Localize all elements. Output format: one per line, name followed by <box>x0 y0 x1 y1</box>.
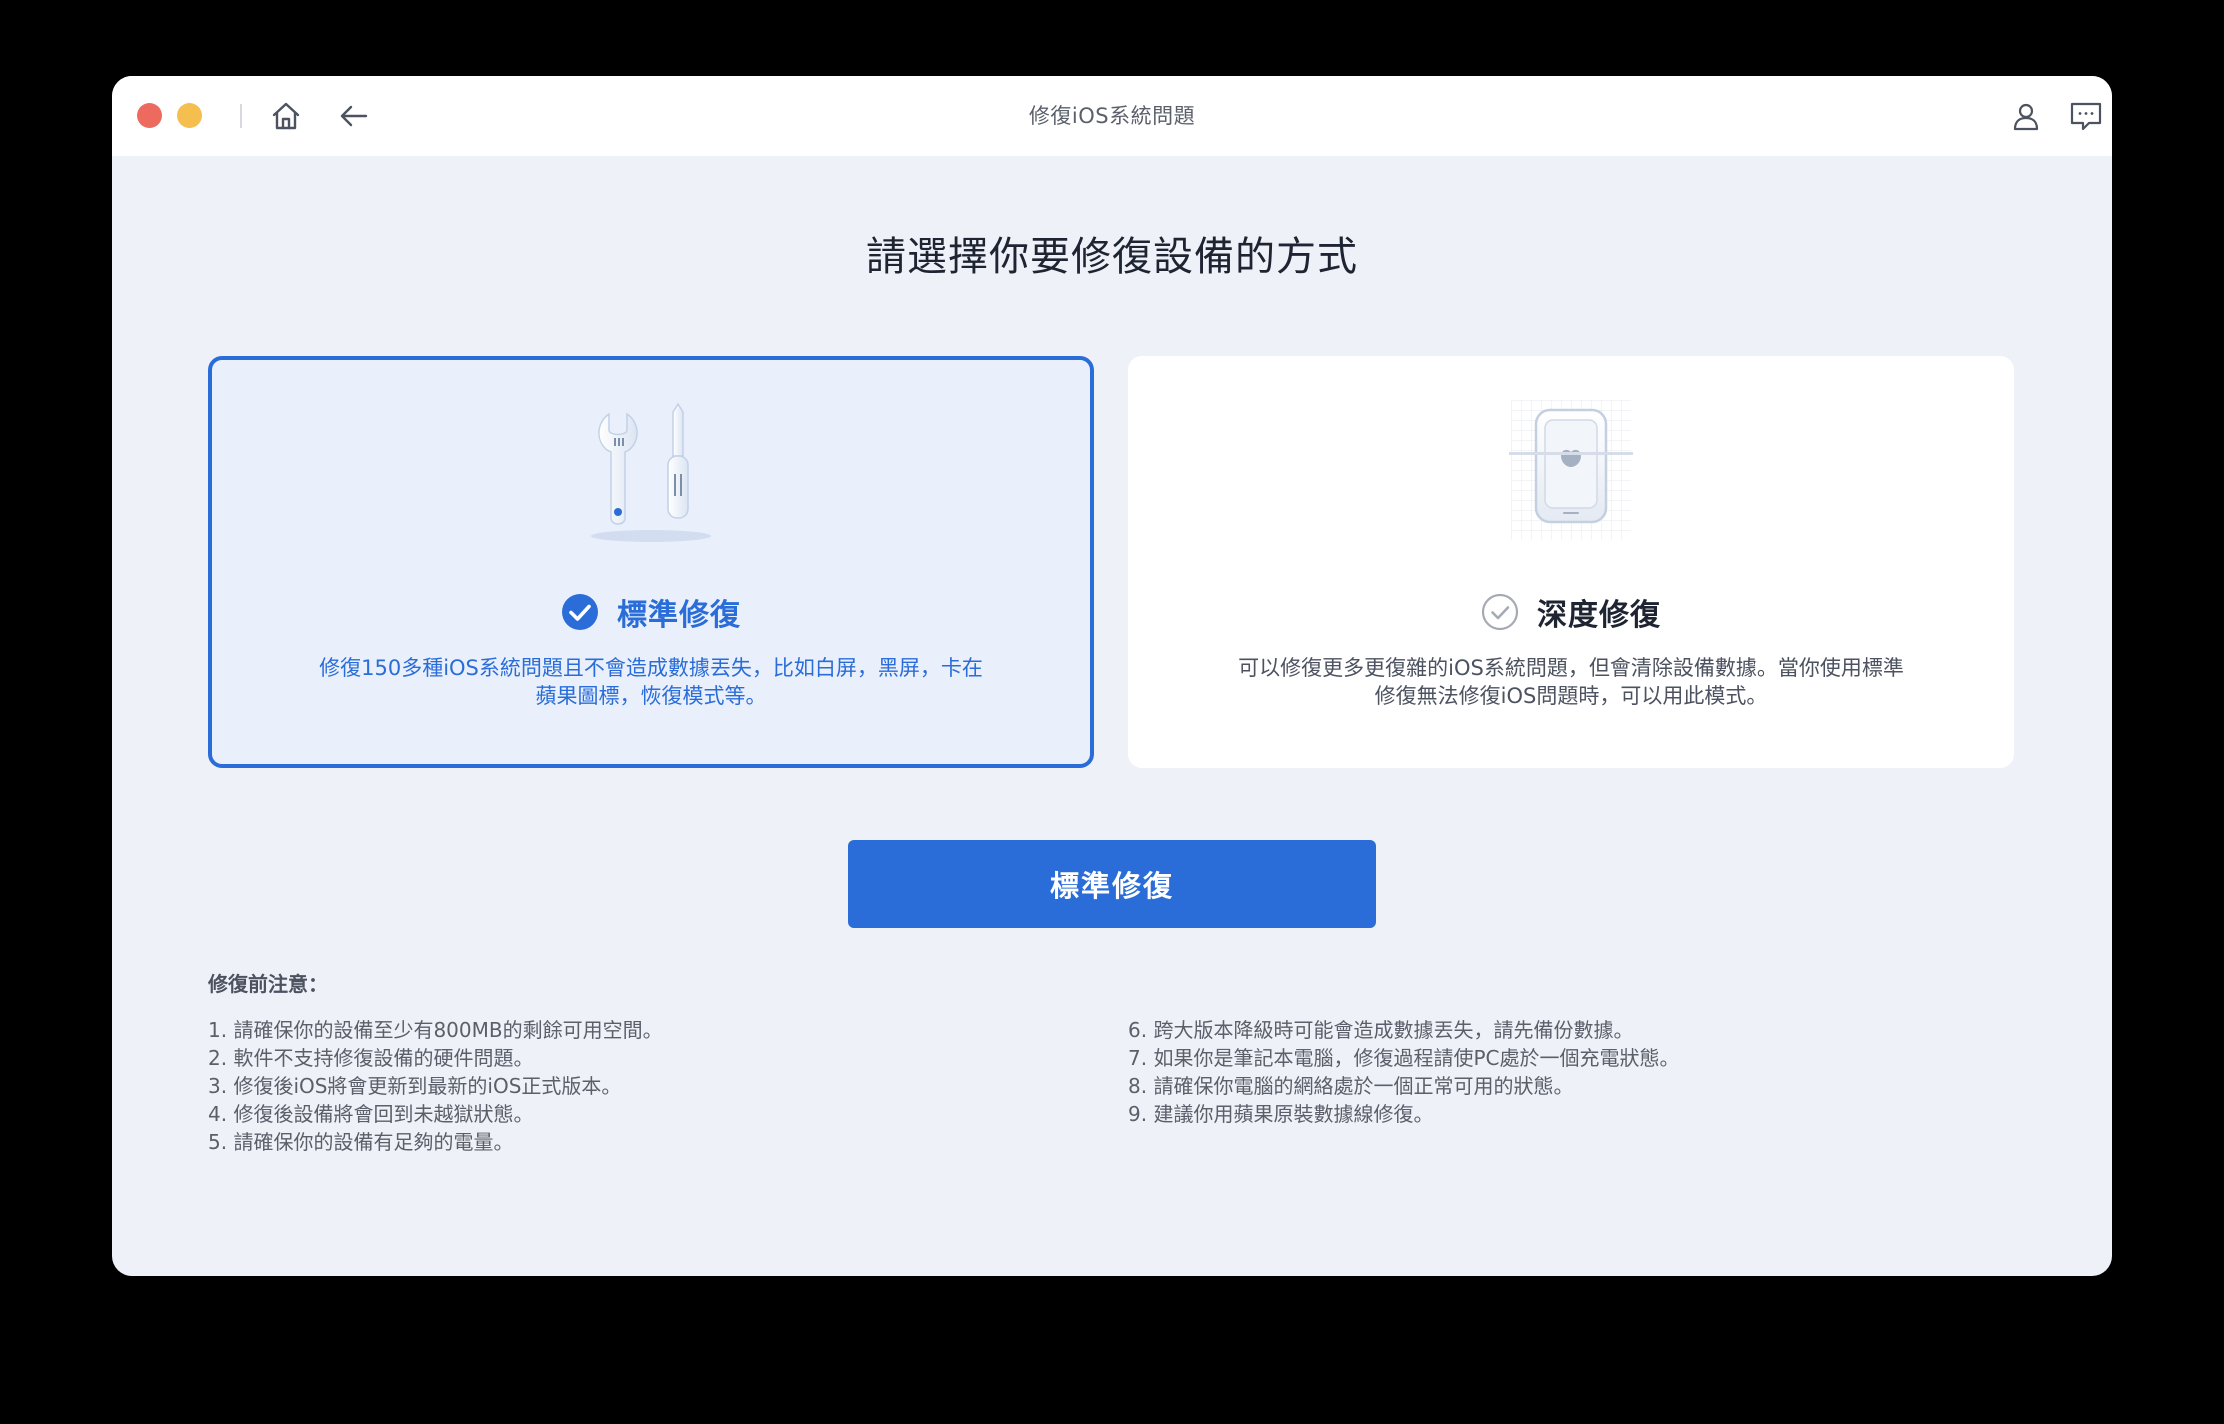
note-item: 3. 修復後iOS將會更新到最新的iOS正式版本。 <box>208 1074 622 1098</box>
notes-title: 修復前注意： <box>208 972 328 996</box>
deep-repair-description: 可以修復更多更復雜的iOS系統問題，但會清除設備數據。當你使用標準修復無法修復i… <box>1238 656 1904 708</box>
standard-repair-card[interactable]: 標準修復 修復150多種iOS系統問題且不會造成數據丟失，比如白屏，黑屏，卡在蘋… <box>208 356 1094 768</box>
notes-list-right: 6. 跨大版本降級時可能會造成數據丟失，請先備份數據。 7. 如果你是筆記本電腦… <box>1128 1016 2028 1128</box>
note-item: 7. 如果你是筆記本電腦，修復過程請使PC處於一個充電狀態。 <box>1128 1046 1680 1070</box>
deep-repair-title: 深度修復 <box>1537 598 1661 633</box>
app-window: 修復iOS系統問題 請選擇你要修復設備的方式 標準修復 修復150多種iOS系統… <box>112 76 2112 1276</box>
note-item: 1. 請確保你的設備至少有800MB的剩餘可用空間。 <box>208 1018 663 1042</box>
notes-list-left: 1. 請確保你的設備至少有800MB的剩餘可用空間。 2. 軟件不支持修復設備的… <box>208 1016 1108 1156</box>
wrench-screwdriver-icon <box>591 402 711 542</box>
note-item: 9. 建議你用蘋果原裝數據線修復。 <box>1128 1102 1434 1126</box>
note-item: 6. 跨大版本降級時可能會造成數據丟失，請先備份數據。 <box>1128 1018 1634 1042</box>
standard-repair-description: 修復150多種iOS系統問題且不會造成數據丟失，比如白屏，黑屏，卡在蘋果圖標，恢… <box>319 656 983 708</box>
title-bar: 修復iOS系統問題 <box>112 76 2112 156</box>
standard-repair-title: 標準修復 <box>617 598 741 633</box>
start-repair-button[interactable]: 標準修復 <box>848 840 1376 928</box>
chat-bubble-icon <box>2070 102 2102 131</box>
note-item: 2. 軟件不支持修復設備的硬件問題。 <box>208 1046 534 1070</box>
note-item: 5. 請確保你的設備有足夠的電量。 <box>208 1130 514 1154</box>
phone-scan-icon <box>1509 400 1633 540</box>
account-button[interactable] <box>2006 96 2046 136</box>
note-item: 8. 請確保你電腦的網絡處於一個正常可用的狀態。 <box>1128 1074 1574 1098</box>
deep-repair-header: 深度修復 <box>1132 590 2010 634</box>
unchecked-circle-icon[interactable] <box>1481 593 1519 631</box>
standard-repair-header: 標準修復 <box>212 590 1090 634</box>
page-title: 請選擇你要修復設備的方式 <box>866 234 1358 280</box>
feedback-button[interactable] <box>2066 96 2106 136</box>
user-icon <box>2013 103 2039 131</box>
window-title: 修復iOS系統問題 <box>1028 104 1196 128</box>
checked-circle-icon[interactable] <box>561 593 599 631</box>
note-item: 4. 修復後設備將會回到未越獄狀態。 <box>208 1102 534 1126</box>
deep-repair-card[interactable]: 深度修復 可以修復更多更復雜的iOS系統問題，但會清除設備數據。當你使用標準修復… <box>1128 356 2014 768</box>
